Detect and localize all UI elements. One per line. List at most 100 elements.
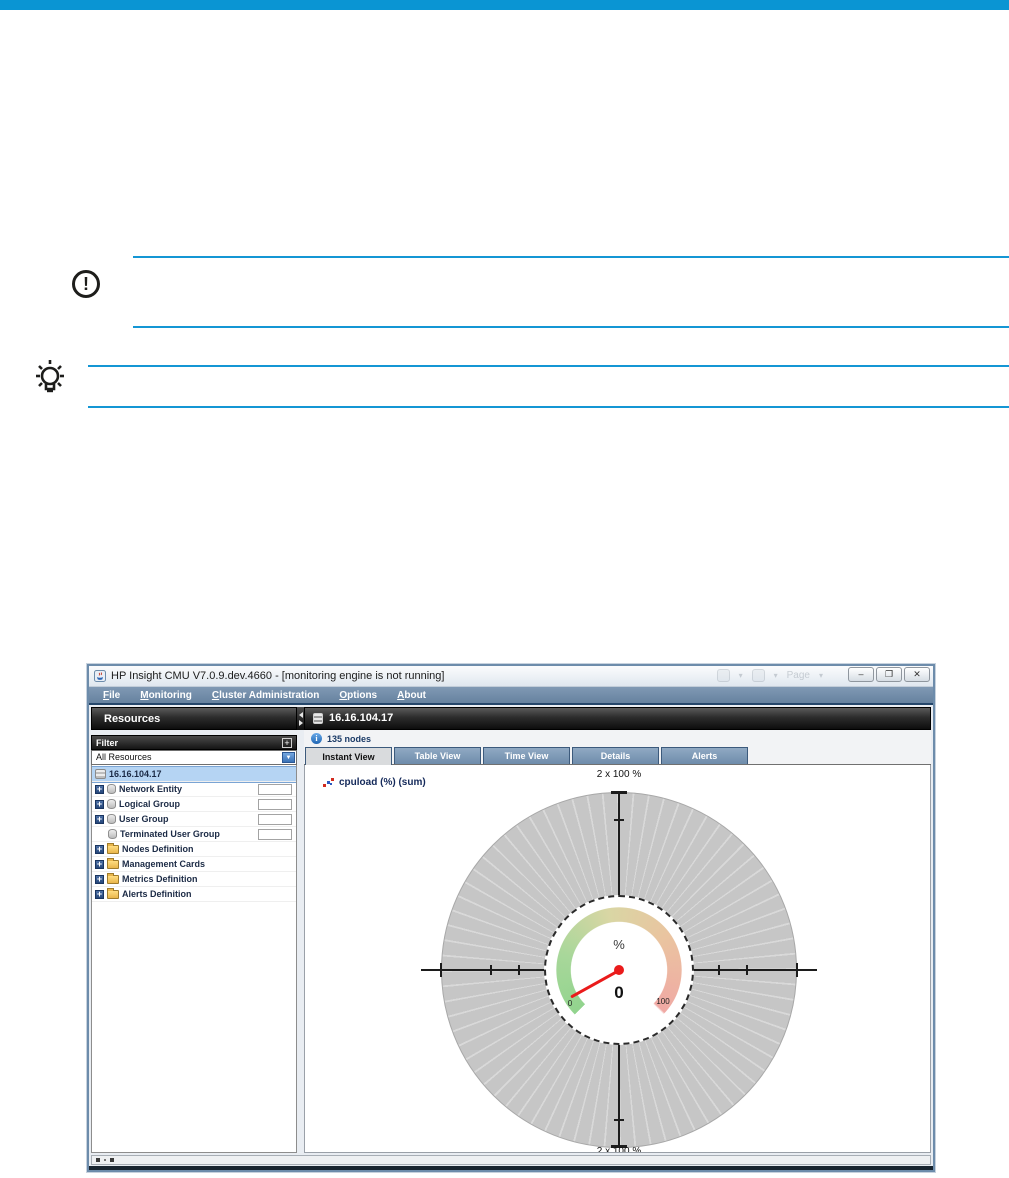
info-icon: i bbox=[311, 733, 322, 744]
scrollbar-dot bbox=[110, 1158, 114, 1162]
tab-table-view[interactable]: Table View bbox=[394, 747, 481, 764]
menu-file[interactable]: File bbox=[93, 690, 130, 701]
gauge-max-label: 100 bbox=[651, 997, 675, 1006]
gauge-axis-tick bbox=[718, 965, 720, 975]
tree-item-metrics-definition[interactable]: + Metrics Definition bbox=[92, 872, 296, 887]
tree-item-label: Network Entity bbox=[119, 784, 182, 794]
resources-panel: Resources Filter + All Resources ▼ 16.16… bbox=[91, 707, 297, 1153]
folder-icon bbox=[107, 845, 119, 854]
java-app-icon bbox=[94, 670, 106, 682]
horizontal-scrollbar[interactable] bbox=[91, 1155, 931, 1165]
expand-plus-icon[interactable]: + bbox=[95, 845, 104, 854]
count-field[interactable] bbox=[258, 814, 292, 825]
folder-icon bbox=[107, 860, 119, 869]
folder-icon bbox=[107, 875, 119, 884]
important-note-icon: ! bbox=[72, 270, 100, 298]
selected-node-title: 16.16.104.17 bbox=[329, 707, 393, 730]
tree-item-label: User Group bbox=[119, 814, 169, 824]
menu-about[interactable]: About bbox=[387, 690, 436, 701]
gauge-axis-tick bbox=[614, 819, 624, 821]
folder-icon bbox=[107, 890, 119, 899]
resource-tree: 16.16.104.17 + Network Entity + Logical Grou… bbox=[91, 765, 297, 1153]
tree-item-logical-group[interactable]: + Logical Group bbox=[92, 797, 296, 812]
collapse-left-icon[interactable] bbox=[299, 712, 303, 718]
menu-bar: FileMonitoringCluster AdministrationOpti… bbox=[89, 687, 933, 705]
instant-view-content: cpuload (%) (sum) 2 x 100 % bbox=[304, 765, 931, 1153]
window-bottom-frame bbox=[89, 1166, 933, 1170]
expand-plus-icon[interactable]: + bbox=[95, 800, 104, 809]
scrollbar-dot bbox=[104, 1159, 106, 1161]
app-window: HP Insight CMU V7.0.9.dev.4660 - [monito… bbox=[87, 664, 935, 1172]
expand-plus-icon[interactable]: + bbox=[95, 815, 104, 824]
ghost-caret-icon: ▾ bbox=[739, 671, 743, 680]
tab-alerts[interactable]: Alerts bbox=[661, 747, 748, 764]
filter-label: Filter bbox=[96, 738, 118, 748]
tree-item-network-entity[interactable]: + Network Entity bbox=[92, 782, 296, 797]
ghost-caret-icon: ▾ bbox=[819, 671, 823, 680]
filter-bar[interactable]: Filter + bbox=[91, 735, 297, 750]
count-field[interactable] bbox=[258, 784, 292, 795]
gauge-value-label: 0 bbox=[589, 983, 649, 1003]
close-button[interactable]: ✕ bbox=[904, 667, 930, 682]
gauge-min-label: 0 bbox=[560, 999, 580, 1008]
tree-item-alerts-definition[interactable]: +Alerts Definition bbox=[92, 887, 296, 902]
ghost-caret-icon: ▾ bbox=[774, 671, 778, 680]
expand-plus-icon[interactable]: + bbox=[95, 890, 104, 899]
filter-expand-icon[interactable]: + bbox=[282, 738, 292, 748]
gauge-unit-label: % bbox=[589, 937, 649, 952]
tree-item-user-group[interactable]: + User Group bbox=[92, 812, 296, 827]
tree-item-label: Nodes Definition bbox=[122, 844, 194, 854]
tab-instant-view[interactable]: Instant View bbox=[305, 747, 392, 765]
tab-time-view[interactable]: Time View bbox=[483, 747, 570, 764]
menu-options[interactable]: Options bbox=[329, 690, 387, 701]
tip-lightbulb-icon bbox=[30, 358, 70, 409]
tree-item-label: Management Cards bbox=[122, 859, 205, 869]
count-field[interactable] bbox=[258, 829, 292, 840]
expand-plus-icon[interactable]: + bbox=[95, 785, 104, 794]
node-count-label: 135 nodes bbox=[327, 734, 371, 744]
window-title: HP Insight CMU V7.0.9.dev.4660 - [monito… bbox=[111, 670, 444, 682]
ghost-toolbar-icon bbox=[752, 669, 765, 682]
maximize-button[interactable]: ❐ bbox=[876, 667, 902, 682]
collapse-right-icon[interactable] bbox=[299, 720, 303, 726]
group-icon bbox=[107, 799, 116, 809]
group-icon bbox=[108, 829, 117, 839]
group-icon bbox=[107, 814, 116, 824]
resource-type-select[interactable]: All Resources ▼ bbox=[91, 750, 297, 765]
ghost-page-label: Page bbox=[787, 670, 810, 681]
tree-item-label: Metrics Definition bbox=[122, 874, 198, 884]
expand-plus-icon[interactable]: + bbox=[95, 860, 104, 869]
host-icon bbox=[95, 769, 106, 779]
minimize-button[interactable]: – bbox=[848, 667, 874, 682]
detail-panel: 16.16.104.17 i 135 nodes Instant ViewTab… bbox=[304, 707, 931, 1153]
expand-plus-icon[interactable]: + bbox=[95, 875, 104, 884]
tree-item-nodes-definition[interactable]: + Nodes Definition bbox=[92, 842, 296, 857]
tree-item-16-16-104-17[interactable]: 16.16.104.17 bbox=[92, 767, 296, 782]
tree-item-management-cards[interactable]: + Management Cards bbox=[92, 857, 296, 872]
menu-monitoring[interactable]: Monitoring bbox=[130, 690, 202, 701]
document-page: { "document": { "accent_color": "#0a95d3… bbox=[0, 0, 1009, 1178]
gauge-axis-tick bbox=[518, 965, 520, 975]
tab-details[interactable]: Details bbox=[572, 747, 659, 764]
ghost-toolbar-icon bbox=[717, 669, 730, 682]
tree-item-terminated-user-group[interactable]: Terminated User Group bbox=[92, 827, 296, 842]
tree-item-label: Terminated User Group bbox=[120, 829, 220, 839]
title-bar[interactable]: HP Insight CMU V7.0.9.dev.4660 - [monito… bbox=[89, 666, 933, 687]
important-note-bottom-rule bbox=[133, 326, 1009, 328]
selected-node-header: 16.16.104.17 bbox=[304, 707, 931, 730]
menu-cluster-administration[interactable]: Cluster Administration bbox=[202, 690, 329, 701]
tree-item-label: Logical Group bbox=[119, 799, 180, 809]
gauge-axis-label-top: 2 x 100 % bbox=[559, 769, 679, 780]
resources-header: Resources bbox=[91, 707, 297, 730]
ghost-browser-toolbar: ▾ ▾ Page ▾ bbox=[717, 669, 823, 682]
gauge-axis-label-bottom: 2 x 100 % bbox=[559, 1146, 679, 1153]
count-field[interactable] bbox=[258, 799, 292, 810]
node-count-row: i 135 nodes bbox=[304, 730, 931, 747]
gauge-needle-hub bbox=[614, 965, 624, 975]
tip-note-top-rule bbox=[88, 365, 1009, 367]
resource-type-value: All Resources bbox=[96, 752, 152, 762]
panel-splitter[interactable] bbox=[297, 707, 304, 1153]
chevron-down-icon[interactable]: ▼ bbox=[282, 752, 295, 763]
splitter-grip[interactable] bbox=[297, 707, 304, 730]
cpuload-gauge: 2 x 100 % bbox=[305, 765, 930, 1152]
